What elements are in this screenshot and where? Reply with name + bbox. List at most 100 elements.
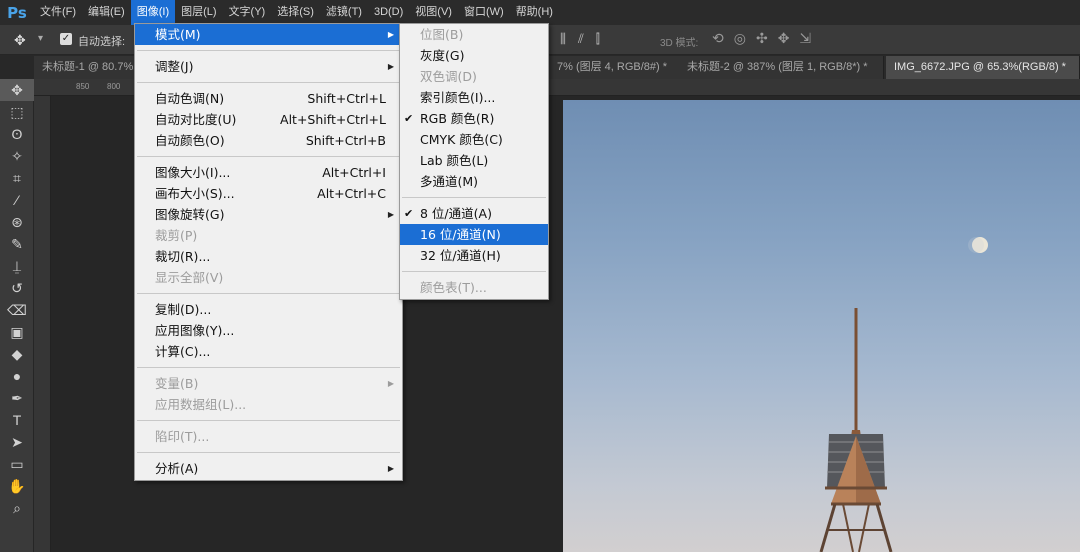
tab-img-6672[interactable]: IMG_6672.JPG @ 65.3%(RGB/8) * xyxy=(886,56,1080,79)
tab-untitled-1[interactable]: 未标题-1 @ 80.7% xyxy=(34,56,144,79)
mode-item-grayscale[interactable]: 灰度(G) xyxy=(400,45,548,66)
menu-item-label: 计算(C)... xyxy=(155,344,211,359)
menu-item-label: 32 位/通道(H) xyxy=(420,248,501,263)
eraser-tool-icon[interactable]: ⌫ xyxy=(0,299,34,321)
menu-separator xyxy=(137,156,400,157)
menu-3d[interactable]: 3D(D) xyxy=(368,0,409,25)
3d-mode-icons: ⟲ ◎ ✣ ✥ ⇲ xyxy=(712,30,811,47)
submenu-arrow-icon: ▶ xyxy=(387,30,394,39)
3d-scale-icon[interactable]: ⇲ xyxy=(799,30,811,47)
path-select-icon[interactable]: ➤ xyxy=(0,431,34,453)
menu-file[interactable]: 文件(F) xyxy=(34,0,82,25)
zoom-tool-icon[interactable]: ⌕ xyxy=(0,497,34,519)
menu-layer[interactable]: 图层(L) xyxy=(175,0,222,25)
menu-item-auto-contrast[interactable]: 自动对比度(U) Alt+Shift+Ctrl+L xyxy=(135,109,402,130)
move-tool-icon[interactable]: ✥ xyxy=(0,79,34,101)
menu-item-label: 变量(B) xyxy=(155,376,199,391)
gradient-tool-icon[interactable]: ▣ xyxy=(0,321,34,343)
menu-item-reveal-all: 显示全部(V) xyxy=(135,267,402,288)
mode-item-multichannel[interactable]: 多通道(M) xyxy=(400,171,548,192)
menu-filter[interactable]: 滤镜(T) xyxy=(320,0,368,25)
menu-separator xyxy=(137,50,400,51)
chevron-down-icon[interactable]: ▾ xyxy=(38,33,43,44)
menu-item-analysis[interactable]: 分析(A) ▶ xyxy=(135,458,402,479)
menu-item-shortcut: Alt+Ctrl+I xyxy=(322,165,386,180)
menu-item-image-rotation[interactable]: 图像旋转(G) ▶ xyxy=(135,204,402,225)
menu-type[interactable]: 文字(Y) xyxy=(223,0,272,25)
menu-item-label: 多通道(M) xyxy=(420,174,479,189)
menu-item-apply-image[interactable]: 应用图像(Y)... xyxy=(135,320,402,341)
menu-separator xyxy=(137,82,400,83)
align-center-icon[interactable]: ⫼ xyxy=(560,31,566,47)
menu-separator xyxy=(137,293,400,294)
healing-brush-icon[interactable]: ⊛ xyxy=(0,211,34,233)
crop-tool-icon[interactable]: ⌗ xyxy=(0,167,34,189)
3d-drag-icon[interactable]: ✣ xyxy=(756,30,768,47)
menu-item-image-size[interactable]: 图像大小(I)... Alt+Ctrl+I xyxy=(135,162,402,183)
menu-select[interactable]: 选择(S) xyxy=(271,0,320,25)
menu-item-adjustments[interactable]: 调整(J) ▶ xyxy=(135,56,402,77)
menu-item-trim[interactable]: 裁切(R)... xyxy=(135,246,402,267)
rectangle-tool-icon[interactable]: ▭ xyxy=(0,453,34,475)
document-canvas-photo[interactable] xyxy=(563,100,1080,552)
tab-untitled-2[interactable]: 未标题-2 @ 387% (图层 1, RGB/8*) * xyxy=(679,56,884,79)
magic-wand-icon[interactable]: ✧ xyxy=(0,145,34,167)
mode-item-duotone: 双色调(D) xyxy=(400,66,548,87)
menu-item-calculations[interactable]: 计算(C)... xyxy=(135,341,402,362)
mode-item-color-table: 颜色表(T)... xyxy=(400,277,548,298)
menu-item-label: 图像旋转(G) xyxy=(155,207,225,222)
history-brush-icon[interactable]: ↺ xyxy=(0,277,34,299)
image-menu-dropdown: 模式(M) ▶ 调整(J) ▶ 自动色调(N) Shift+Ctrl+L 自动对… xyxy=(134,23,403,481)
menu-item-canvas-size[interactable]: 画布大小(S)... Alt+Ctrl+C xyxy=(135,183,402,204)
menu-window[interactable]: 窗口(W) xyxy=(458,0,510,25)
menu-item-apply-data-set: 应用数据组(L)... xyxy=(135,394,402,415)
menu-item-label: RGB 颜色(R) xyxy=(420,111,495,126)
mode-item-lab-color[interactable]: Lab 颜色(L) xyxy=(400,150,548,171)
menu-image[interactable]: 图像(I) xyxy=(130,0,176,25)
menu-item-auto-tone[interactable]: 自动色调(N) Shift+Ctrl+L xyxy=(135,88,402,109)
mode-item-16-bit[interactable]: 16 位/通道(N) xyxy=(400,224,548,245)
move-tool-icon[interactable]: ✥ xyxy=(14,32,26,49)
mode-submenu: 位图(B) 灰度(G) 双色调(D) 索引颜色(I)... ✔ RGB 颜色(R… xyxy=(399,23,549,300)
vertical-ruler xyxy=(34,96,51,552)
3d-slide-icon[interactable]: ✥ xyxy=(778,30,790,47)
menu-separator xyxy=(137,367,400,368)
menu-edit[interactable]: 编辑(E) xyxy=(82,0,131,25)
mode-item-8-bit[interactable]: ✔ 8 位/通道(A) xyxy=(400,203,548,224)
submenu-arrow-icon: ▶ xyxy=(387,464,394,473)
mode-item-indexed-color[interactable]: 索引颜色(I)... xyxy=(400,87,548,108)
hand-tool-icon[interactable]: ✋ xyxy=(0,475,34,497)
mode-item-32-bit[interactable]: 32 位/通道(H) xyxy=(400,245,548,266)
menu-item-label: 显示全部(V) xyxy=(155,270,224,285)
auto-select-checkbox[interactable]: ✓ xyxy=(60,33,72,45)
pen-tool-icon[interactable]: ✒ xyxy=(0,387,34,409)
mode-item-cmyk-color[interactable]: CMYK 颜色(C) xyxy=(400,129,548,150)
3d-rotate-icon[interactable]: ⟲ xyxy=(712,30,724,47)
menu-view[interactable]: 视图(V) xyxy=(409,0,458,25)
menu-item-auto-color[interactable]: 自动颜色(O) Shift+Ctrl+B xyxy=(135,130,402,151)
tab-layer-4[interactable]: 7% (图层 4, RGB/8#) * xyxy=(549,56,689,79)
type-tool-icon[interactable]: T xyxy=(0,409,34,431)
menu-item-label: 裁剪(P) xyxy=(155,228,198,243)
menu-help[interactable]: 帮助(H) xyxy=(510,0,559,25)
menu-item-label: 索引颜色(I)... xyxy=(420,90,496,105)
menu-item-duplicate[interactable]: 复制(D)... xyxy=(135,299,402,320)
lasso-tool-icon[interactable]: ʘ xyxy=(0,123,34,145)
menu-item-label: 8 位/通道(A) xyxy=(420,206,492,221)
distribute-icon[interactable]: ⫿ xyxy=(596,31,600,47)
menu-item-variables: 变量(B) ▶ xyxy=(135,373,402,394)
mode-item-rgb-color[interactable]: ✔ RGB 颜色(R) xyxy=(400,108,548,129)
eyedropper-icon[interactable]: ⁄ xyxy=(0,189,34,211)
menu-item-mode[interactable]: 模式(M) ▶ xyxy=(135,24,402,45)
marquee-tool-icon[interactable]: ⬚ xyxy=(0,101,34,123)
menu-item-shortcut: Alt+Ctrl+C xyxy=(317,186,386,201)
align-bottom-icon[interactable]: ⫽ xyxy=(578,31,584,47)
auto-select-label: 自动选择: xyxy=(78,36,126,48)
menu-item-label: 应用数据组(L)... xyxy=(155,397,247,412)
brush-tool-icon[interactable]: ✎ xyxy=(0,233,34,255)
dodge-tool-icon[interactable]: ● xyxy=(0,365,34,387)
3d-roll-icon[interactable]: ◎ xyxy=(734,30,746,47)
blur-tool-icon[interactable]: ◆ xyxy=(0,343,34,365)
clone-stamp-icon[interactable]: ⍊ xyxy=(0,255,34,277)
ruler-mark: 800 xyxy=(107,82,121,91)
